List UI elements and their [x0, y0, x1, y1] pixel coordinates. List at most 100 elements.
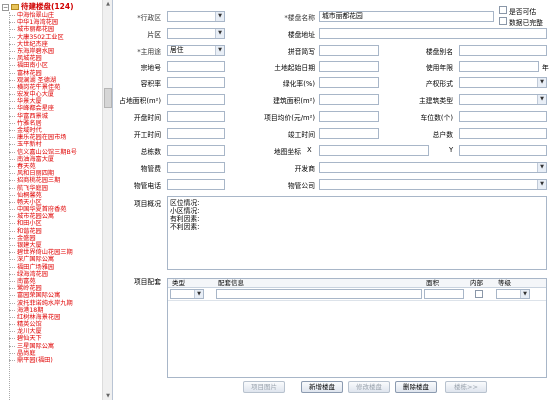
col-level: 等级 — [498, 279, 511, 287]
tree-item[interactable]: 三星国际公寓 — [8, 343, 77, 350]
tree-item[interactable]: 富园荣国际公寓 — [8, 292, 77, 299]
green-ratio-field[interactable] — [319, 77, 379, 88]
tree-item[interactable]: 竹雅名居 — [8, 120, 77, 127]
tree-item[interactable]: 金盛园 — [8, 235, 77, 242]
sellable-checkbox[interactable] — [499, 6, 507, 14]
tree-item[interactable]: 玉平新村 — [8, 141, 77, 148]
usage-select[interactable]: 居住 ▼ — [167, 45, 225, 56]
tree-item[interactable]: 大康3502工业区 — [8, 34, 77, 41]
parking-field[interactable] — [459, 111, 547, 122]
avg-price-field[interactable] — [319, 111, 379, 122]
developer-select[interactable]: ▼ — [319, 162, 547, 173]
build-area-field[interactable] — [319, 94, 379, 105]
tree-item[interactable]: 绿海湾花园 — [8, 271, 77, 278]
tree-item[interactable]: 招商桃花园三期 — [8, 177, 77, 184]
plot-ratio-field[interactable] — [167, 77, 225, 88]
facilities-grid[interactable]: 类型 配套信息 面积 内部 等级 ▼ ▼ — [167, 278, 547, 378]
tree-item[interactable]: 华峰都会星座 — [8, 105, 77, 112]
project-form: *行政区 ▼ *楼盘名称 城市丽都花园 是否可估 数据已完整 片区 ▼ 楼盘地址… — [115, 0, 553, 400]
buildings-field[interactable] — [167, 145, 225, 156]
overview-textarea[interactable]: 区位情况: 小区情况: 有利因素: 不利因素: — [167, 196, 547, 270]
land-start-field[interactable] — [319, 61, 379, 72]
tree-item[interactable]: 富林花园 — [8, 70, 77, 77]
parking-label: 车位数(个) — [420, 114, 454, 122]
address-field[interactable] — [319, 28, 547, 39]
complete-checkbox[interactable] — [499, 17, 507, 25]
chevron-down-icon: ▼ — [194, 290, 203, 298]
table-row[interactable]: ▼ ▼ — [168, 289, 546, 301]
project-images-button[interactable]: 项目图片 — [243, 381, 285, 393]
alias-field[interactable] — [459, 45, 547, 56]
tree-item[interactable]: 鼎平园(福田) — [8, 357, 77, 364]
scroll-down-icon[interactable]: ▼ — [104, 392, 112, 400]
pinyin-label: 拼音简写 — [287, 48, 315, 56]
tree-item[interactable]: 海港18期 — [8, 307, 77, 314]
type-select[interactable]: ▼ — [170, 289, 204, 299]
coord-x-label: X — [307, 146, 312, 154]
tree-item[interactable]: 福田广场雅园 — [8, 264, 77, 271]
use-years-field[interactable] — [459, 61, 539, 72]
households-field[interactable] — [459, 128, 547, 139]
delete-project-button[interactable]: 删除楼盘 — [395, 381, 437, 393]
land-area-field[interactable] — [167, 94, 225, 105]
tree-item[interactable]: 晶尚庭 — [8, 350, 77, 357]
open-time-field[interactable] — [167, 111, 225, 122]
tree-item[interactable]: 观澜湖 圣德湖 — [8, 77, 77, 84]
mgmt-fee-field[interactable] — [167, 162, 225, 173]
tree-item[interactable]: 南油海富大厦 — [8, 156, 77, 163]
tree-item[interactable]: 红树林海景花园 — [8, 314, 77, 321]
scroll-thumb[interactable] — [104, 88, 112, 108]
tree-item[interactable]: 深广国际公寓 — [8, 256, 77, 263]
area-select[interactable]: ▼ — [167, 28, 225, 39]
tree-item[interactable]: 大世纪杰座 — [8, 41, 77, 48]
tree-item[interactable]: 和谐花园 — [8, 228, 77, 235]
tree-item[interactable]: 波托菲诺纯水岸九期 — [8, 300, 77, 307]
tree-item[interactable]: 华富西景城 — [8, 113, 77, 120]
coord-y-field[interactable] — [459, 145, 547, 156]
tree-item[interactable]: 和田小区 — [8, 220, 77, 227]
tree-item[interactable]: 城市丽都花园 — [8, 26, 77, 33]
complete-time-label: 竣工时间 — [287, 131, 315, 139]
tree-item[interactable]: 碧仙天下 — [8, 335, 77, 342]
internal-checkbox[interactable] — [475, 290, 483, 298]
edit-project-button[interactable]: 修改楼盘 — [348, 381, 390, 393]
usage-value: 居住 — [170, 46, 184, 54]
year-unit: 年 — [542, 64, 549, 72]
mgmt-company-select[interactable]: ▼ — [319, 179, 547, 190]
collapse-icon[interactable]: − — [2, 3, 9, 11]
tree-item[interactable]: 航飞华庭园 — [8, 185, 77, 192]
project-name-field[interactable]: 城市丽都花园 — [319, 11, 494, 22]
overview-line: 不利因素: — [170, 223, 200, 231]
add-project-button[interactable]: 新增楼盘 — [301, 381, 343, 393]
developer-label: 开发商 — [294, 165, 315, 173]
build-type-select[interactable]: ▼ — [459, 94, 547, 105]
buildings-button[interactable]: 楼栋>> — [445, 381, 487, 393]
chevron-down-icon: ▼ — [537, 163, 546, 172]
tree-item[interactable]: 仙桐馨苑 — [8, 192, 77, 199]
area-cell-field[interactable] — [424, 289, 464, 299]
pinyin-field[interactable] — [319, 45, 379, 56]
tree-item[interactable]: 福田南小区 — [8, 62, 77, 69]
info-field[interactable] — [216, 289, 422, 299]
tree-item[interactable]: 畅天小区 — [8, 199, 77, 206]
overview-line: 小区情况: — [170, 207, 200, 215]
col-info: 配套信息 — [218, 279, 244, 287]
tree-root-node[interactable]: − 待建楼盘(124) — [2, 2, 74, 12]
level-select[interactable]: ▼ — [496, 289, 530, 299]
start-time-field[interactable] — [167, 128, 225, 139]
tree-scrollbar[interactable]: ▲ ▼ — [102, 0, 112, 400]
complete-time-field[interactable] — [319, 128, 379, 139]
mgmt-phone-field[interactable] — [167, 179, 225, 190]
tree-item[interactable]: 横岗花牛景佳苑 — [8, 84, 77, 91]
coord-x-field[interactable] — [319, 145, 429, 156]
district-select[interactable]: ▼ — [167, 11, 225, 22]
complete-label: 数据已完整 — [509, 19, 543, 27]
land-area-label: 占地面积(m²) — [119, 97, 161, 105]
parcel-field[interactable] — [167, 61, 225, 72]
tree-item[interactable]: 信义嘉山公馆三期B号 — [8, 149, 77, 156]
scroll-up-icon[interactable]: ▲ — [104, 0, 112, 8]
mgmt-fee-label: 物管费 — [140, 165, 161, 173]
folder-icon — [11, 4, 19, 10]
ownership-select[interactable]: ▼ — [459, 77, 547, 88]
coord-y-label: Y — [449, 146, 454, 154]
